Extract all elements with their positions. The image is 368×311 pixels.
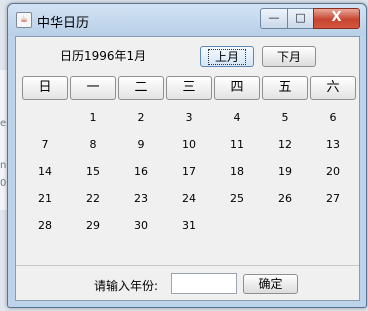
day-cell: 24 bbox=[182, 192, 196, 205]
confirm-button[interactable]: 确定 bbox=[243, 274, 298, 294]
weekday-sat[interactable]: 六 bbox=[310, 76, 356, 100]
day-cell: 26 bbox=[278, 192, 292, 205]
month-header: 日历1996年1月 bbox=[60, 49, 147, 63]
day-cell: 28 bbox=[38, 219, 52, 232]
calendar-panel: 日历1996年1月 上月 下月 日 一 二 三 四 五 六 1234567891… bbox=[15, 36, 360, 301]
day-cell: 23 bbox=[134, 192, 148, 205]
prev-month-button[interactable]: 上月 bbox=[200, 46, 254, 67]
day-cell bbox=[213, 216, 261, 236]
day-cell: 27 bbox=[326, 192, 340, 205]
divider bbox=[16, 265, 359, 266]
weekday-fri[interactable]: 五 bbox=[262, 76, 308, 100]
calendar-window: ☕ 中华日历 — □ X 日历1996年1月 上月 下月 日 一 二 三 四 五… bbox=[7, 3, 367, 308]
year-input-label: 请输入年份: bbox=[94, 279, 159, 293]
year-input[interactable] bbox=[171, 273, 237, 294]
day-cell: 3 bbox=[185, 111, 193, 124]
title-bar[interactable]: ☕ 中华日历 — □ X bbox=[8, 4, 366, 36]
day-cell: 1 bbox=[89, 111, 97, 124]
day-cell: 29 bbox=[86, 219, 100, 232]
day-cell: 13 bbox=[326, 138, 340, 151]
day-cell: 7 bbox=[41, 138, 49, 151]
weekday-tue[interactable]: 二 bbox=[118, 76, 164, 100]
java-app-icon: ☕ bbox=[16, 12, 32, 28]
day-cell bbox=[261, 216, 309, 236]
day-cell: 11 bbox=[230, 138, 244, 151]
weekday-header-row: 日 一 二 三 四 五 六 bbox=[22, 76, 356, 100]
day-cell: 8 bbox=[89, 138, 97, 151]
maximize-button[interactable]: □ bbox=[287, 8, 314, 29]
day-cell: 18 bbox=[230, 165, 244, 178]
day-cell: 25 bbox=[230, 192, 244, 205]
day-cell: 12 bbox=[278, 138, 292, 151]
day-cell: 19 bbox=[278, 165, 292, 178]
day-cell: 16 bbox=[134, 165, 148, 178]
day-cell: 10 bbox=[182, 138, 196, 151]
next-month-button[interactable]: 下月 bbox=[262, 46, 316, 67]
day-cell: 15 bbox=[86, 165, 100, 178]
prev-month-label: 上月 bbox=[207, 49, 246, 65]
day-cell: 2 bbox=[137, 111, 145, 124]
day-cell: 30 bbox=[134, 219, 148, 232]
day-cell: 20 bbox=[326, 165, 340, 178]
close-button[interactable]: X bbox=[313, 8, 360, 29]
background-text: 0 bbox=[0, 178, 7, 189]
weekday-thu[interactable]: 四 bbox=[214, 76, 260, 100]
weekday-sun[interactable]: 日 bbox=[22, 76, 68, 100]
day-cell: 4 bbox=[233, 111, 241, 124]
minimize-button[interactable]: — bbox=[260, 8, 288, 29]
day-cell bbox=[309, 216, 357, 236]
day-cell: 9 bbox=[137, 138, 145, 151]
weekday-mon[interactable]: 一 bbox=[70, 76, 116, 100]
day-cell: 6 bbox=[329, 111, 337, 124]
window-title: 中华日历 bbox=[37, 16, 90, 31]
day-cell: 14 bbox=[38, 165, 52, 178]
day-cell: 17 bbox=[182, 165, 196, 178]
weekday-wed[interactable]: 三 bbox=[166, 76, 212, 100]
day-cell: 31 bbox=[182, 219, 196, 232]
day-cell bbox=[21, 108, 69, 128]
day-cell: 22 bbox=[86, 192, 100, 205]
day-cell: 21 bbox=[38, 192, 52, 205]
day-cell: 5 bbox=[281, 111, 289, 124]
